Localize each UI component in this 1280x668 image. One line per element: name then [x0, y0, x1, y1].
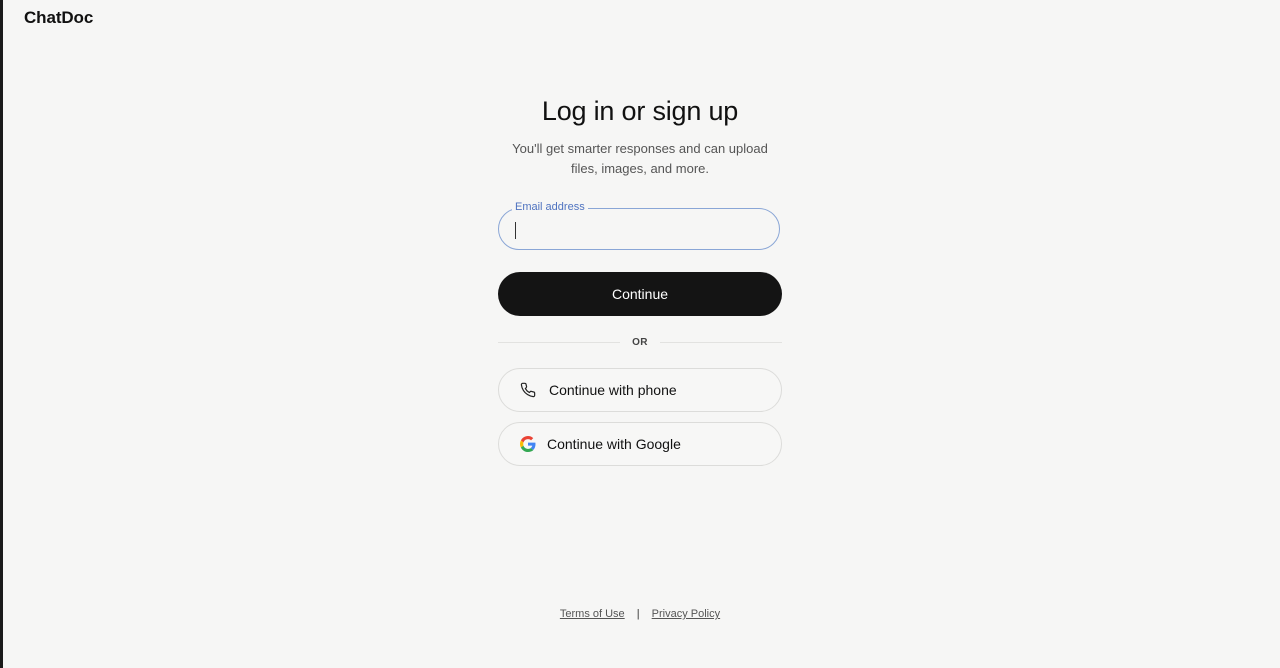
email-field[interactable]: Email address: [498, 200, 782, 252]
email-field-label: Email address: [512, 200, 588, 214]
login-page: ChatDoc Log in or sign up You'll get sma…: [0, 0, 1280, 668]
divider-line-right: [659, 341, 782, 343]
phone-button-label: Continue with phone: [549, 382, 677, 398]
page-title: Log in or sign up: [541, 96, 739, 126]
terms-of-use-link[interactable]: Terms of Use: [560, 608, 625, 620]
divider-label: OR: [632, 336, 648, 348]
page-subtitle: You'll get smarter responses and can upl…: [512, 141, 768, 176]
email-input[interactable]: [514, 216, 764, 244]
text-cursor: [515, 222, 516, 239]
auth-panel: Log in or sign up You'll get smarter res…: [498, 94, 782, 466]
divider-line-left: [498, 341, 621, 343]
window-edge: [0, 0, 3, 668]
phone-icon: [519, 381, 537, 399]
footer-separator: |: [636, 608, 640, 620]
continue-with-google-button[interactable]: Continue with Google: [498, 422, 782, 466]
google-icon: [519, 435, 537, 453]
footer-links: Terms of Use | Privacy Policy: [0, 608, 1280, 620]
continue-button[interactable]: Continue: [498, 272, 782, 316]
continue-with-phone-button[interactable]: Continue with phone: [498, 368, 782, 412]
privacy-policy-link[interactable]: Privacy Policy: [652, 608, 720, 620]
brand-logo[interactable]: ChatDoc: [24, 8, 93, 28]
google-button-label: Continue with Google: [547, 436, 681, 452]
or-divider: OR: [498, 334, 782, 350]
